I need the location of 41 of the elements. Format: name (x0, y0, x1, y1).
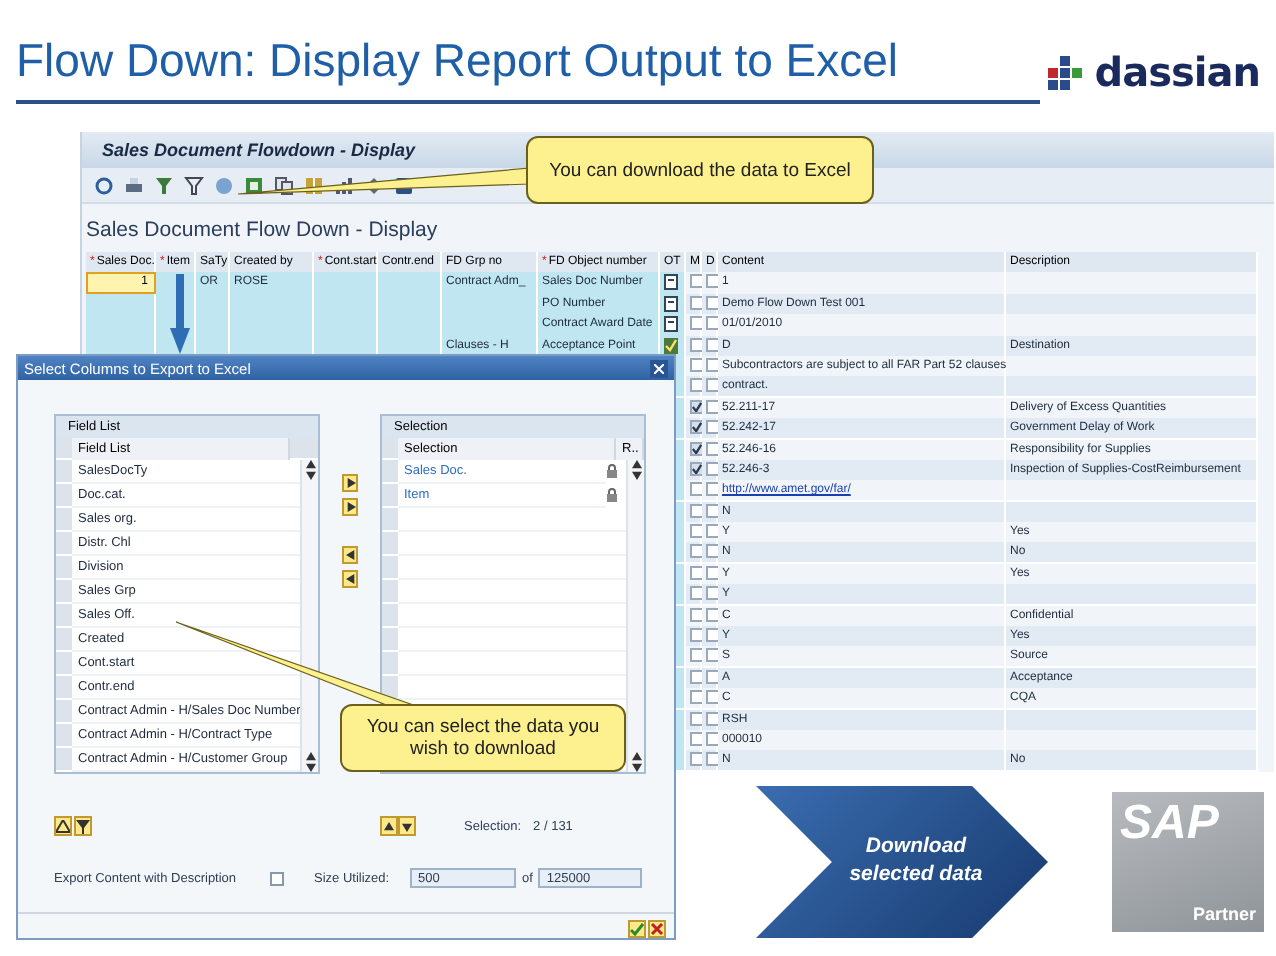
scroll-down-icon[interactable] (305, 762, 316, 772)
report-heading: Sales Document Flow Down - Display (84, 216, 440, 246)
cancel-button[interactable] (648, 920, 666, 938)
scroll-down-icon[interactable] (631, 762, 641, 772)
callout: You can select the data you wish to download (340, 704, 626, 772)
filter-icon[interactable] (154, 175, 174, 195)
filter-button[interactable] (74, 816, 92, 836)
select-all-button[interactable] (54, 816, 72, 836)
lock-icon (606, 488, 618, 502)
checkbox[interactable] (270, 871, 284, 885)
document-icon[interactable] (664, 316, 678, 333)
printer-icon[interactable] (124, 175, 144, 195)
move-down-button[interactable] (398, 816, 416, 836)
checklist-icon[interactable] (664, 337, 678, 354)
scroll-up-icon[interactable] (305, 752, 316, 762)
logo-text: dassian (1094, 48, 1260, 96)
step-chevron: Download selected data (756, 786, 1048, 938)
refresh-icon[interactable] (94, 175, 114, 195)
move-all-right-button[interactable] (342, 498, 358, 516)
scroll-up-icon[interactable] (631, 752, 641, 762)
move-all-left-button[interactable] (342, 570, 358, 588)
scroll-down-icon[interactable] (631, 470, 641, 480)
document-icon[interactable] (664, 295, 678, 312)
spreadsheet-icon[interactable] (244, 175, 264, 195)
logo-brand-text: SAP (1120, 800, 1221, 848)
scrollbar[interactable] (626, 460, 644, 772)
globe-icon[interactable] (214, 175, 234, 195)
callout: You can download the data to Excel (526, 136, 874, 204)
document-icon[interactable] (664, 274, 678, 291)
move-left-button[interactable] (342, 546, 358, 564)
funnel-icon[interactable] (184, 175, 204, 195)
scrollbar[interactable] (300, 460, 318, 772)
slide-title: Flow Down: Display Report Output to Excel (16, 31, 901, 87)
close-button[interactable] (650, 359, 668, 377)
down-arrow (170, 274, 190, 354)
confirm-button[interactable] (628, 920, 646, 938)
move-up-button[interactable] (380, 816, 398, 836)
lock-icon (606, 464, 618, 478)
logo-label-text: Partner (1192, 904, 1256, 924)
move-right-button[interactable] (342, 474, 358, 492)
scroll-down-icon[interactable] (305, 470, 316, 480)
